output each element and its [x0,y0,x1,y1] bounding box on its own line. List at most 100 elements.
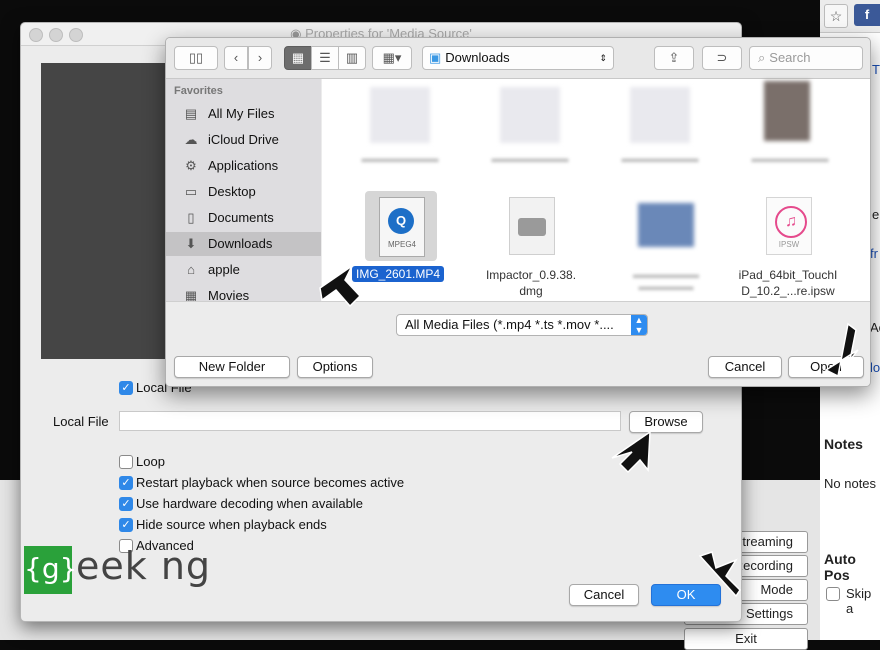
file-thumbnail[interactable] [370,87,430,143]
mp4-file-item[interactable]: Q MPEG4 [365,191,437,261]
sidebar-item-label: apple [208,262,240,277]
browse-button[interactable]: Browse [629,411,703,433]
skip-label: Skip a [846,586,872,616]
all-files-icon: ▤ [184,106,198,121]
hide-source-checkbox[interactable]: ✓ [119,518,133,532]
file-thumbnail[interactable] [764,81,810,141]
downloads-icon: ⬇ [185,236,197,251]
file-type-popup[interactable]: All Media Files (*.mp4 *.ts *.mov *.... … [396,314,648,336]
dialog-sidebar: Favorites ▤ All My Files ☁ iCloud Drive ⚙ A… [166,79,321,303]
location-label: Downloads [445,50,510,65]
sidebar-item-home[interactable]: ⌂ apple [166,258,321,282]
bookmark-star-icon[interactable]: ☆ [824,4,848,28]
sidebar-item-desktop[interactable]: ▭ Desktop [166,180,321,204]
share-icon[interactable]: ⇪ [654,46,694,70]
file-label-blurred: ▬▬▬▬▬▬ ▬▬▬▬▬ [633,269,699,293]
sidebar-item-applications[interactable]: ⚙ Applications [166,154,321,178]
sidebar-item-label: Documents [208,210,274,225]
favorites-header: Favorites [174,85,223,97]
sidebar-item-icloud[interactable]: ☁ iCloud Drive [166,128,321,152]
desktop-icon: ▭ [184,184,198,199]
sidebar-item-label: Downloads [208,236,273,251]
logo: {g} [24,546,77,594]
file-thumbnail[interactable] [638,203,694,247]
loop-label: Loop [136,454,165,469]
sidebar-toggle-icon[interactable]: ▯▯ [174,46,218,70]
arrange-menu-icon[interactable]: ▦▾ [372,46,412,70]
notes-heading: Notes [824,436,863,452]
location-popup[interactable]: ▣ Downloads ⇕ [422,46,614,70]
notes-empty-text: No notes [824,476,877,491]
file-label-blurred: ▬▬▬▬▬▬▬ [751,153,829,165]
applications-icon: ⚙ [185,158,197,173]
hide-source-label: Hide source when playback ends [136,517,327,532]
file-thumbnail[interactable] [500,87,560,143]
dmg-file-label[interactable]: Impactor_0.9.38. dmg [466,267,596,299]
list-view-icon[interactable]: ☰ [311,46,339,70]
mpeg4-file-icon: Q MPEG4 [379,197,425,257]
tag-icon[interactable]: ⊃ [702,46,742,70]
dialog-bottom-bar: All Media Files (*.mp4 *.ts *.mov *.... … [166,301,870,386]
exit-button[interactable]: Exit [684,628,808,650]
popup-arrows-icon: ⇕ [599,53,607,63]
disk-image-icon [518,218,546,236]
hardware-decoding-checkbox[interactable]: ✓ [119,497,133,511]
search-field[interactable]: ⌕ Search [749,46,863,70]
restart-playback-checkbox[interactable]: ✓ [119,476,133,490]
column-view-icon[interactable]: ▥ [338,46,366,70]
dmg-file-icon[interactable] [509,197,555,255]
icon-view-icon[interactable]: ▦ [284,46,312,70]
browser-text: e [872,207,880,222]
browser-link[interactable]: lo [870,360,880,375]
local-file-checkbox[interactable]: ✓ [119,381,133,395]
cloud-icon: ☁ [184,132,198,147]
file-browser: ▬▬▬▬▬▬▬ ▬▬▬▬▬▬▬ ▬▬▬▬▬▬▬ ▬▬▬▬▬▬▬ Q MPEG4 … [322,79,870,301]
local-file-path-input[interactable] [119,411,621,431]
forward-icon[interactable]: › [248,46,272,70]
dialog-toolbar: ▯▯ ‹ › ▦ ☰ ▥ ▦▾ ▣ Downloads ⇕ ⇪ ⊃ ⌕ Search [166,38,870,79]
auto-pos-heading: Auto Pos [824,551,856,583]
folder-icon: ▣ [429,50,442,65]
sidebar-item-downloads[interactable]: ⬇ Downloads [166,232,321,256]
search-placeholder: Search [769,50,811,65]
open-file-dialog: ▯▯ ‹ › ▦ ☰ ▥ ▦▾ ▣ Downloads ⇕ ⇪ ⊃ ⌕ Search … [165,37,871,387]
file-label-blurred: ▬▬▬▬▬▬▬ [491,153,569,165]
cancel-button[interactable]: Cancel [569,584,639,606]
logo-text: eek ng [76,544,212,588]
selected-file-label[interactable]: IMG_2601.MP4 [352,266,445,282]
sidebar-item-all-files[interactable]: ▤ All My Files [166,102,321,126]
close-icon[interactable] [29,28,43,42]
browser-text: Ac [870,320,880,335]
file-thumbnail[interactable] [630,87,690,143]
sidebar-item-label: Applications [208,158,279,173]
back-icon[interactable]: ‹ [224,46,248,70]
skip-checkbox[interactable] [826,587,840,601]
sidebar-item-label: Desktop [208,184,256,199]
browser-link[interactable]: fr [870,246,878,261]
new-folder-button[interactable]: New Folder [174,356,290,378]
ipsw-file-icon[interactable]: ♫ IPSW [766,197,812,255]
itunes-icon: ♫ [775,206,807,238]
loop-checkbox[interactable] [119,455,133,469]
facebook-icon[interactable]: f [854,4,880,26]
ipsw-file-label[interactable]: iPad_64bit_TouchI D_10.2_...re.ipsw [723,267,853,299]
documents-icon: ▯ [187,210,195,225]
browser-toolbar: ☆ f [820,0,880,33]
popup-arrows-icon: ▲ ▼ [631,315,647,335]
options-button[interactable]: Options [297,356,373,378]
dialog-cancel-button[interactable]: Cancel [708,356,782,378]
search-icon: ⌕ [758,50,766,65]
open-button[interactable]: Open [788,356,864,378]
hardware-decoding-label: Use hardware decoding when available [136,496,363,511]
minimize-icon[interactable] [49,28,63,42]
mpeg4-tag: MPEG4 [387,240,416,249]
ok-button[interactable]: OK [651,584,721,606]
quicktime-logo-icon: Q [388,208,414,234]
home-icon: ⌂ [187,262,195,277]
browser-link[interactable]: T [872,62,880,77]
file-label-blurred: ▬▬▬▬▬▬▬ [361,153,439,165]
sidebar-item-label: All My Files [208,106,275,121]
zoom-icon[interactable] [69,28,83,42]
sidebar-item-documents[interactable]: ▯ Documents [166,206,321,230]
local-file-label: Local File [53,414,109,429]
